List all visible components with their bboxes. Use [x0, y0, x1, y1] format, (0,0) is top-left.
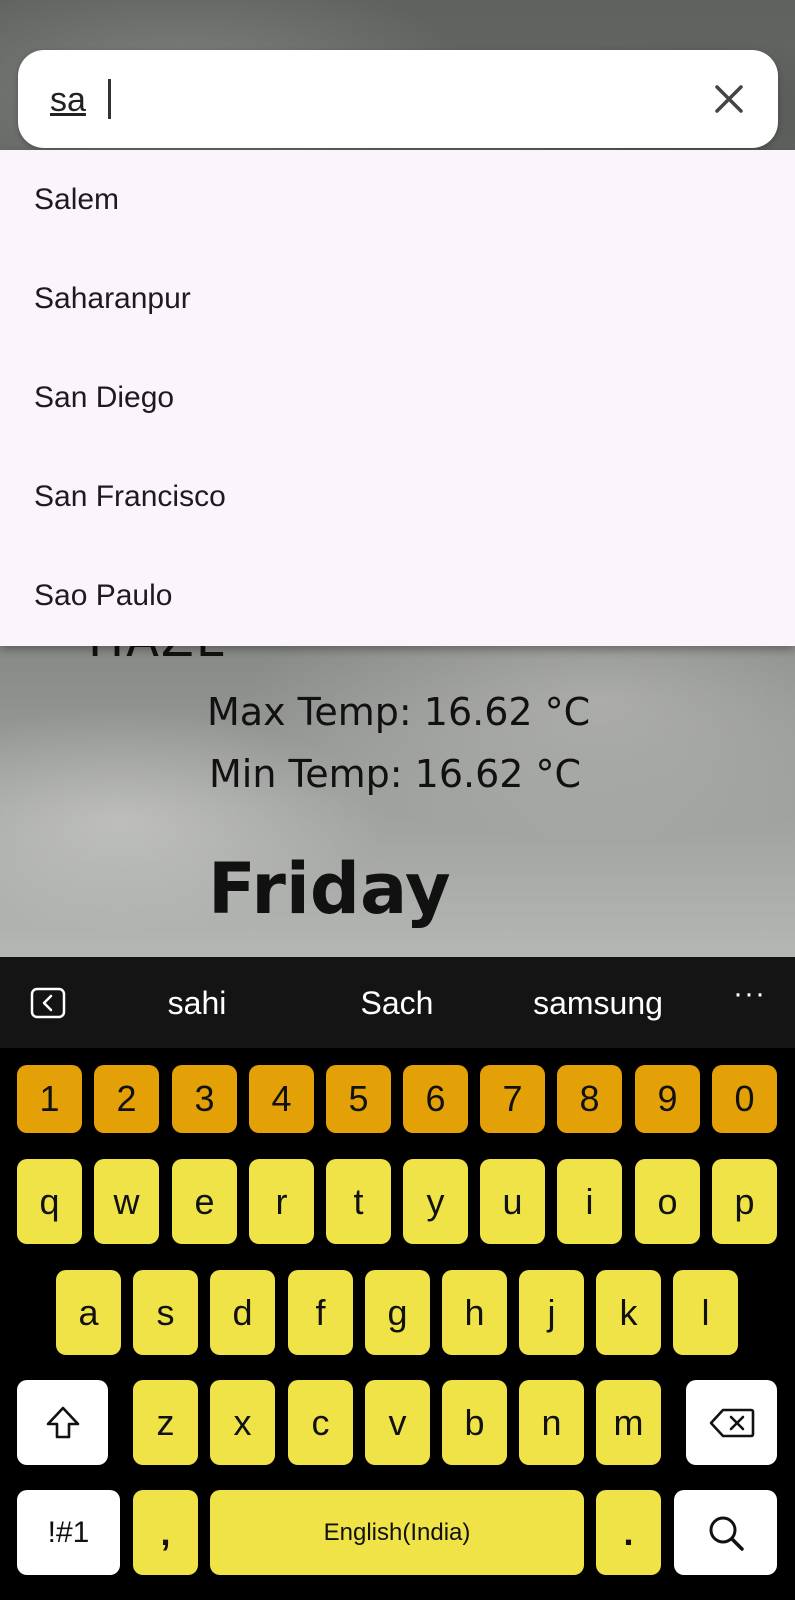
- keyboard-suggestion[interactable]: samsung: [498, 985, 698, 1022]
- key-i[interactable]: i: [557, 1159, 622, 1244]
- key-w[interactable]: w: [94, 1159, 159, 1244]
- backspace-key[interactable]: [686, 1380, 777, 1465]
- search-key[interactable]: [674, 1490, 777, 1575]
- symbols-key[interactable]: !#1: [17, 1490, 120, 1575]
- key-s[interactable]: s: [133, 1270, 198, 1355]
- clear-search-button[interactable]: [706, 76, 752, 122]
- keyboard-suggestion[interactable]: sahi: [97, 985, 297, 1022]
- key-k[interactable]: k: [596, 1270, 661, 1355]
- key-4[interactable]: 4: [249, 1065, 314, 1133]
- key-1[interactable]: 1: [17, 1065, 82, 1133]
- day-label: Friday: [208, 848, 451, 930]
- key-3[interactable]: 3: [172, 1065, 237, 1133]
- comma-key[interactable]: ,: [133, 1490, 198, 1575]
- key-d[interactable]: d: [210, 1270, 275, 1355]
- key-5[interactable]: 5: [326, 1065, 391, 1133]
- suggestion-item[interactable]: San Diego: [0, 348, 795, 447]
- key-f[interactable]: f: [288, 1270, 353, 1355]
- suggestion-item[interactable]: Sao Paulo: [0, 546, 795, 645]
- key-6[interactable]: 6: [403, 1065, 468, 1133]
- suggestion-item[interactable]: Saharanpur: [0, 249, 795, 348]
- key-j[interactable]: j: [519, 1270, 584, 1355]
- key-l[interactable]: l: [673, 1270, 738, 1355]
- key-7[interactable]: 7: [480, 1065, 545, 1133]
- keyboard-collapse-icon[interactable]: [30, 985, 66, 1021]
- shift-key[interactable]: [17, 1380, 108, 1465]
- key-r[interactable]: r: [249, 1159, 314, 1244]
- key-c[interactable]: c: [288, 1380, 353, 1465]
- more-options-icon[interactable]: ···: [733, 977, 766, 1011]
- key-t[interactable]: t: [326, 1159, 391, 1244]
- key-u[interactable]: u: [480, 1159, 545, 1244]
- keyboard-suggestion-bar: sahi Sach samsung ···: [0, 957, 795, 1048]
- city-suggestions-list: Salem Saharanpur San Diego San Francisco…: [0, 150, 795, 646]
- key-9[interactable]: 9: [635, 1065, 700, 1133]
- key-n[interactable]: n: [519, 1380, 584, 1465]
- close-icon: [715, 85, 743, 113]
- key-h[interactable]: h: [442, 1270, 507, 1355]
- key-x[interactable]: x: [210, 1380, 275, 1465]
- key-q[interactable]: q: [17, 1159, 82, 1244]
- key-a[interactable]: a: [56, 1270, 121, 1355]
- key-m[interactable]: m: [596, 1380, 661, 1465]
- suggestion-item[interactable]: San Francisco: [0, 447, 795, 546]
- shift-icon: [46, 1406, 79, 1438]
- key-p[interactable]: p: [712, 1159, 777, 1244]
- key-8[interactable]: 8: [557, 1065, 622, 1133]
- keyboard: 1 2 3 4 5 6 7 8 9 0 q w e r t y u i o p …: [0, 1048, 795, 1600]
- key-g[interactable]: g: [365, 1270, 430, 1355]
- search-input[interactable]: [50, 78, 650, 122]
- backspace-icon: [709, 1408, 754, 1437]
- key-y[interactable]: y: [403, 1159, 468, 1244]
- key-2[interactable]: 2: [94, 1065, 159, 1133]
- search-bar: [18, 50, 778, 148]
- text-caret: [108, 79, 111, 119]
- key-0[interactable]: 0: [712, 1065, 777, 1133]
- space-key[interactable]: English(India): [210, 1490, 584, 1575]
- period-key[interactable]: .: [596, 1490, 661, 1575]
- suggestion-item[interactable]: Salem: [0, 150, 795, 249]
- min-temperature: Min Temp: 16.62 °C: [209, 752, 582, 796]
- keyboard-suggestion[interactable]: Sach: [297, 985, 497, 1022]
- key-z[interactable]: z: [133, 1380, 198, 1465]
- key-v[interactable]: v: [365, 1380, 430, 1465]
- key-o[interactable]: o: [635, 1159, 700, 1244]
- key-e[interactable]: e: [172, 1159, 237, 1244]
- max-temperature: Max Temp: 16.62 °C: [207, 690, 591, 734]
- search-icon: [709, 1516, 744, 1551]
- key-b[interactable]: b: [442, 1380, 507, 1465]
